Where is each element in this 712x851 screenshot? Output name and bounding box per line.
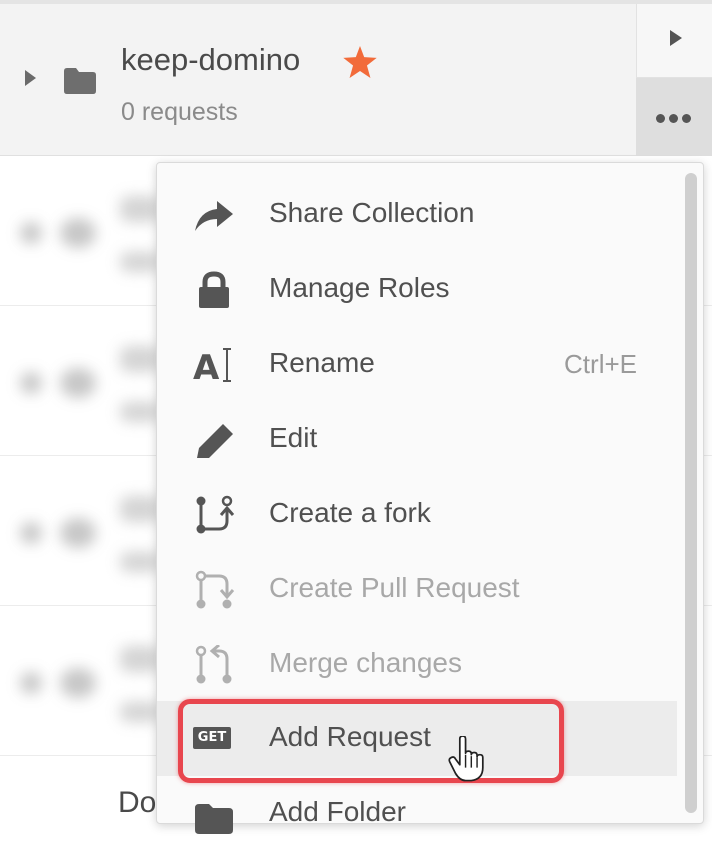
scrollbar-thumb[interactable]	[685, 173, 697, 813]
highlight-annotation	[178, 699, 564, 783]
hand-cursor-icon	[448, 736, 484, 782]
menu-item-label: Manage Roles	[269, 272, 450, 303]
background-item-label: Do	[118, 786, 157, 819]
keyboard-shortcut: Ctrl+E	[564, 349, 637, 379]
menu-item-label: Add Folder	[269, 796, 406, 827]
star-icon[interactable]	[343, 46, 377, 78]
share-arrow-icon	[195, 201, 233, 231]
menu-item-label: Create Pull Request	[269, 572, 520, 603]
rename-icon: A	[193, 348, 231, 385]
collection-name[interactable]: keep-domino	[121, 42, 300, 78]
menu-scrollbar[interactable]	[685, 173, 697, 813]
svg-text:A: A	[193, 348, 220, 385]
menu-item-label: Edit	[269, 422, 318, 453]
folder-icon	[195, 804, 233, 834]
menu-item-share-collection[interactable]: Share Collection	[157, 177, 677, 252]
menu-item-merge-changes: Merge changes	[157, 627, 677, 702]
more-actions-button[interactable]	[636, 78, 712, 156]
merge-icon	[195, 645, 232, 684]
collection-context-menu: Share Collection Manage Roles A Rename C…	[156, 162, 704, 834]
expand-caret-icon[interactable]	[25, 70, 36, 86]
menu-item-manage-roles[interactable]: Manage Roles	[157, 252, 677, 327]
folder-icon	[64, 68, 96, 94]
pull-request-icon	[195, 570, 235, 609]
menu-item-label: Share Collection	[269, 197, 475, 228]
collection-row[interactable]: keep-domino 0 requests	[0, 0, 712, 156]
menu-item-label: Create a fork	[269, 497, 431, 528]
menu-item-label: Merge changes	[269, 647, 463, 678]
menu-item-edit[interactable]: Edit	[157, 402, 677, 477]
menu-item-create-pull-request: Create Pull Request	[157, 552, 677, 627]
chevron-right-icon	[670, 30, 682, 46]
fork-icon	[196, 495, 235, 534]
pencil-icon	[197, 424, 233, 458]
menu-item-create-fork[interactable]: Create a fork	[157, 477, 677, 552]
open-collection-button[interactable]	[636, 4, 712, 78]
lock-icon	[199, 271, 229, 308]
request-count: 0 requests	[121, 98, 238, 126]
ellipsis-icon	[656, 114, 695, 123]
menu-item-add-folder[interactable]: Add Folder	[157, 776, 677, 851]
menu-item-rename[interactable]: A Rename Ctrl+E	[157, 327, 677, 402]
menu-item-label: Rename	[269, 347, 375, 378]
